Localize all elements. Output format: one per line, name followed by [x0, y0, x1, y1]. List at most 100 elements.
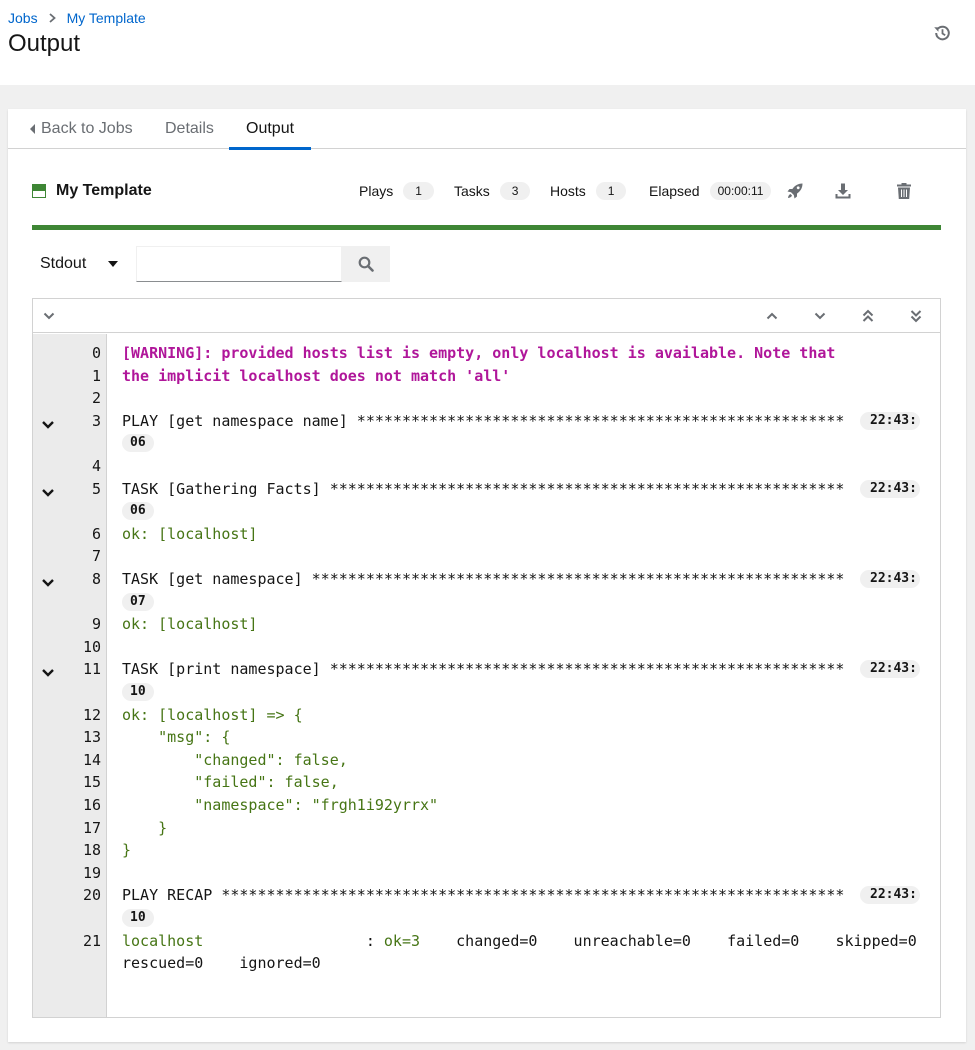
timestamp-seconds: 06 [122, 502, 154, 521]
line-number: 9 [91, 615, 101, 634]
collapse-chevron-icon[interactable] [41, 572, 55, 587]
line-text: } [122, 818, 168, 837]
line-number: 6 [91, 524, 101, 543]
tasks-stat: Tasks 3 [454, 179, 531, 203]
breadcrumb-jobs-link[interactable]: Jobs [8, 10, 38, 26]
timestamp-badge: 22:43: [860, 479, 920, 498]
page-header: Jobs My Template Output [0, 0, 975, 85]
plays-stat: Plays 1 [359, 179, 434, 203]
history-icon[interactable] [933, 24, 951, 42]
scroll-first-button[interactable] [856, 304, 880, 328]
search-button[interactable] [342, 246, 390, 282]
line-number: 14 [82, 750, 101, 769]
angle-double-down-icon [910, 310, 922, 323]
line-number: 13 [82, 728, 101, 747]
angle-double-up-icon [862, 309, 874, 322]
page-title: Output [8, 30, 81, 57]
job-output-card: Back to Jobs Details Output My Template … [8, 109, 966, 1042]
timestamp-seconds: 10 [122, 909, 154, 927]
job-progress-bar [32, 225, 941, 230]
tab-back-to-jobs[interactable]: Back to Jobs [30, 109, 133, 149]
line-text: "namespace": "frgh1i92yrrx" [122, 796, 439, 814]
angle-down-icon [814, 312, 826, 320]
timestamp-seconds: 07 [122, 592, 154, 611]
relaunch-rocket-icon[interactable] [783, 179, 807, 203]
line-text: "failed": false, [122, 773, 339, 792]
line-number: 4 [91, 457, 101, 475]
download-icon[interactable] [831, 179, 855, 203]
job-title: My Template [32, 179, 152, 203]
scroll-next-button[interactable] [808, 304, 832, 328]
timestamp-seconds: 06 [122, 434, 154, 453]
scroll-previous-button[interactable] [760, 304, 784, 328]
chevron-down-icon [43, 312, 55, 320]
search-icon [358, 256, 374, 272]
scroll-last-button[interactable] [904, 304, 928, 328]
caret-down-icon [108, 261, 118, 267]
search-input[interactable] [136, 246, 342, 282]
line-number: 20 [82, 886, 101, 905]
recap-separator: : [203, 931, 384, 950]
status-successful-icon [32, 184, 46, 198]
search-type-select[interactable]: Stdout [32, 246, 132, 282]
collapse-chevron-icon[interactable] [41, 414, 55, 429]
tab-details[interactable]: Details [165, 109, 214, 149]
caret-left-icon [30, 124, 35, 134]
plays-count-badge: 1 [403, 182, 434, 200]
line-text: TASK [print namespace] *****************… [122, 660, 844, 679]
line-number: 16 [82, 796, 101, 814]
tab-output[interactable]: Output [229, 109, 312, 150]
collapse-chevron-icon[interactable] [41, 662, 55, 678]
elapsed-stat: Elapsed 00:00:11 [649, 179, 772, 203]
collapse-chevron-icon[interactable] [41, 482, 55, 497]
recap-line: localhost : ok=3 changed=0 unreachable=0… [122, 930, 922, 953]
line-text: ok: [localhost] => { [122, 705, 303, 724]
job-output-panel: 0 [WARNING]: provided hosts list is empty… [32, 298, 941, 1018]
line-text: ok: [localhost] [122, 615, 258, 634]
timestamp-badge: 22:43: [860, 886, 920, 905]
hosts-count-badge: 1 [595, 182, 627, 200]
line-number: 7 [91, 547, 101, 566]
breadcrumb-template-link[interactable]: My Template [67, 10, 146, 26]
line-text: "changed": false, [122, 750, 348, 769]
line-number: 17 [82, 818, 101, 837]
recap-counts: changed=0 unreachable=0 failed=0 skipped… [420, 931, 917, 950]
line-text: the implicit localhost does not match 'a… [122, 366, 511, 385]
line-text: PLAY RECAP *****************************… [122, 886, 844, 905]
tasks-count-badge: 3 [499, 182, 531, 200]
tab-bar: Back to Jobs Details Output [8, 109, 966, 150]
line-text: TASK [Gathering Facts] *****************… [122, 479, 844, 498]
line-text: PLAY [get namespace name] **************… [122, 411, 844, 430]
hosts-stat: Hosts 1 [550, 179, 627, 203]
timestamp-seconds: 10 [122, 683, 154, 701]
line-text: TASK [get namespace] *******************… [122, 570, 844, 588]
chevron-right-icon [48, 13, 56, 23]
line-number: 19 [82, 863, 101, 882]
line-text: [WARNING]: provided hosts list is empty,… [122, 344, 836, 362]
search-type-label: Stdout [40, 255, 87, 272]
elapsed-badge: 00:00:11 [709, 182, 772, 200]
recap-ok: ok=3 [383, 931, 421, 950]
line-text: } [122, 841, 132, 860]
expand-collapse-all-button[interactable] [37, 304, 61, 328]
breadcrumb: Jobs My Template [8, 10, 146, 26]
delete-trash-icon[interactable] [892, 179, 916, 203]
output-toolbar [33, 299, 940, 333]
line-text: ok: [localhost] [122, 524, 258, 543]
tab-back-label: Back to Jobs [41, 120, 133, 137]
line-text: "msg": { [122, 728, 231, 747]
line-number: 21 [82, 931, 101, 950]
line-number: 15 [82, 773, 101, 792]
timestamp-badge: 22:43: [860, 411, 920, 430]
timestamp-badge: 22:43: [860, 660, 920, 679]
tab-output-label: Output [246, 120, 295, 137]
angle-up-icon [766, 312, 778, 320]
line-number: 1 [91, 366, 101, 385]
tab-details-label: Details [165, 120, 214, 137]
recap-host: localhost [122, 931, 204, 950]
line-number: 2 [91, 389, 101, 408]
job-name: My Template [56, 182, 152, 199]
line-number: 0 [91, 344, 101, 362]
recap-wrap: rescued=0 ignored=0 [122, 954, 321, 973]
line-number: 12 [82, 705, 101, 724]
